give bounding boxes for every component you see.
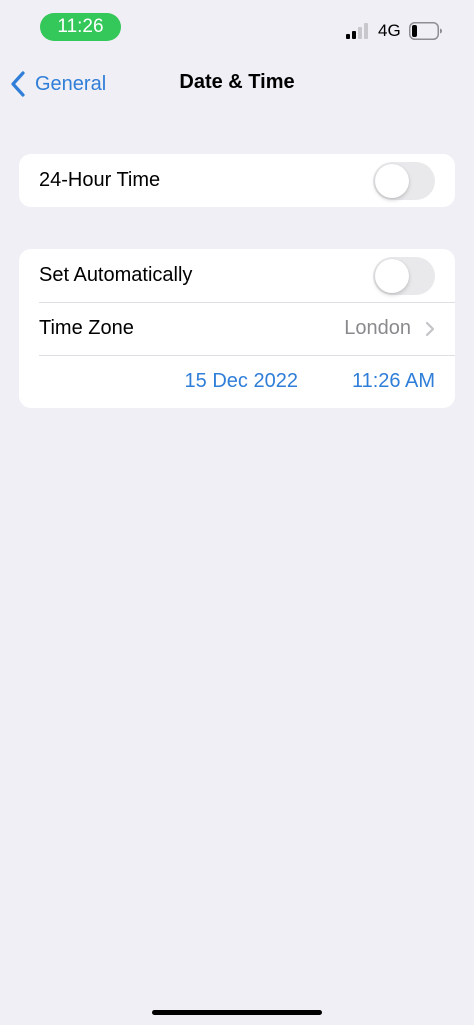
settings-group-hour-format: 24-Hour Time	[19, 154, 455, 207]
network-type-label: 4G	[378, 21, 401, 40]
time-picker-button[interactable]: 11:26 AM	[352, 370, 435, 393]
row-set-automatically: Set Automatically	[19, 249, 455, 302]
chevron-right-icon	[425, 321, 435, 336]
cellular-signal-icon	[346, 23, 368, 39]
row-date-time: 15 Dec 2022 11:26 AM	[19, 355, 455, 408]
page-title: Date & Time	[179, 71, 295, 93]
time-zone-value: London	[344, 317, 411, 339]
row-24-hour-time: 24-Hour Time	[19, 154, 455, 207]
date-picker-button[interactable]: 15 Dec 2022	[185, 370, 298, 393]
row-label: 24-Hour Time	[39, 169, 161, 191]
settings-group-date-time: Set Automatically Time Zone London 15 De…	[19, 249, 455, 408]
toggle-knob	[375, 163, 409, 198]
home-indicator[interactable]	[152, 1010, 322, 1015]
row-label: Set Automatically	[39, 264, 193, 286]
row-time-zone[interactable]: Time Zone London	[19, 302, 455, 355]
navigation-bar: General Date & Time	[0, 56, 474, 112]
battery-icon	[409, 22, 442, 40]
toggle-24-hour-time[interactable]	[373, 161, 435, 200]
toggle-set-automatically[interactable]	[373, 256, 435, 295]
status-bar: 11:26 4G	[0, 0, 474, 56]
status-time[interactable]: 11:26	[40, 13, 121, 41]
row-label: Time Zone	[39, 317, 134, 339]
toggle-knob	[375, 258, 409, 293]
